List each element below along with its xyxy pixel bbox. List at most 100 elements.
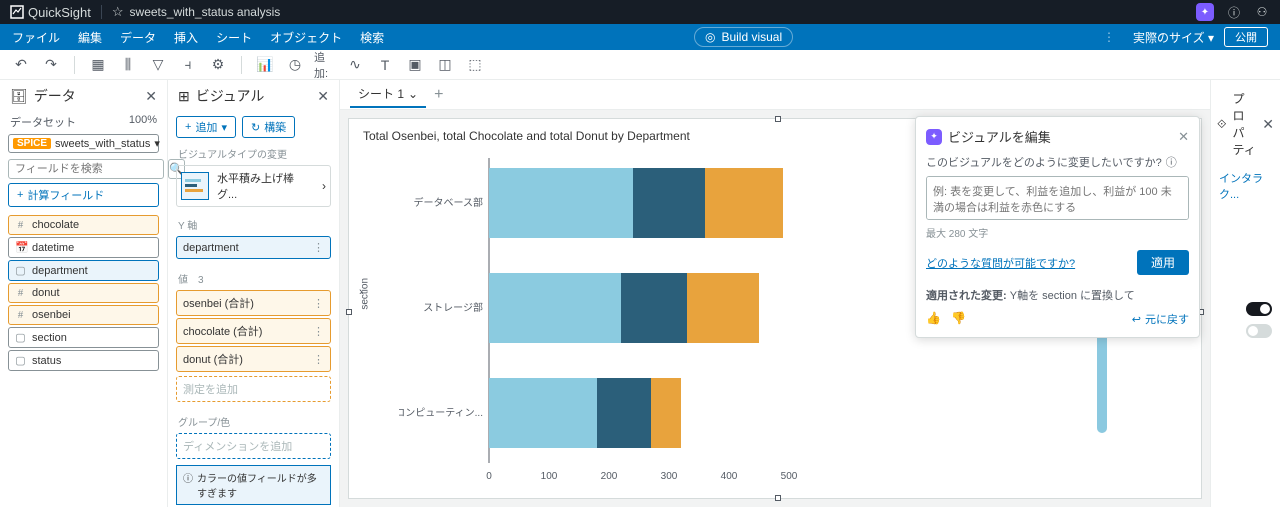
insights-icon[interactable]: 📊 <box>254 54 276 76</box>
chevron-down-icon: ▾ <box>154 137 160 150</box>
menubar: ファイル 編集 データ 挿入 シート オブジェクト 検索 ◎ Build vis… <box>0 24 1280 50</box>
chart-type-selector[interactable]: 水平積み上げ棒グ... › <box>176 165 331 207</box>
field-status[interactable]: ▢status <box>8 350 159 371</box>
data-icon: 🗄 <box>10 88 28 105</box>
line-chart-icon[interactable]: ∿ <box>344 54 366 76</box>
product-name: QuickSight <box>28 5 91 20</box>
add-sheet-button[interactable]: + <box>434 86 443 104</box>
redo-button[interactable]: ↷ <box>40 54 62 76</box>
value-well[interactable]: donut (合計)⋮ <box>176 346 331 372</box>
shape-icon[interactable]: ◫ <box>434 54 456 76</box>
data-panel: 🗄 データ ✕ データセット 100% SPICE sweets_with_st… <box>0 80 168 507</box>
axis-expand-icon[interactable]: › <box>359 286 363 298</box>
dataset-pct: 100% <box>129 114 157 130</box>
type-change-label: ビジュアルタイプの変更 <box>178 146 329 161</box>
field-datetime[interactable]: 📅datetime <box>8 237 159 258</box>
more-icon[interactable]: ⋮ <box>313 353 324 366</box>
edit-visual-popup: ✦ ビジュアルを編集 ✕ このビジュアルをどのように変更したいですか? ⓘ 最大… <box>915 116 1200 338</box>
add-visual-button[interactable]: + 追加 ▾ <box>176 116 236 138</box>
field-osenbei[interactable]: #osenbei <box>8 305 159 325</box>
spice-badge: SPICE <box>13 138 51 149</box>
close-icon[interactable]: ✕ <box>317 88 329 105</box>
help-link[interactable]: どのような質問が可能ですか? <box>926 255 1075 271</box>
field-section[interactable]: ▢section <box>8 327 159 348</box>
filter-icon[interactable]: ▽ <box>147 54 169 76</box>
popup-question: このビジュアルをどのように変更したいですか? ⓘ <box>926 154 1189 170</box>
interactions-link[interactable]: インタラク... <box>1219 170 1272 202</box>
text-icon[interactable]: T <box>374 54 396 76</box>
close-popup-icon[interactable]: ✕ <box>1178 129 1189 145</box>
help-icon[interactable]: ⓘ <box>1226 4 1242 20</box>
properties-icon: ⟐ <box>1217 117 1226 132</box>
thumbs-up-icon[interactable]: 👍 <box>926 311 941 327</box>
field-search-input[interactable] <box>8 159 164 179</box>
dataset-selector[interactable]: SPICE sweets_with_status ▾ <box>8 134 159 153</box>
value-placeholder[interactable]: 測定を追加 <box>176 376 331 402</box>
quicksight-icon <box>10 5 24 19</box>
menu-insert[interactable]: 挿入 <box>174 29 198 46</box>
product-logo[interactable]: QuickSight <box>10 5 91 20</box>
prompt-textarea[interactable] <box>926 176 1189 220</box>
build-menu-icon[interactable]: ⋮ <box>1103 30 1115 44</box>
params-icon[interactable]: ⫞ <box>177 54 199 76</box>
add-label[interactable]: 追加: <box>314 54 336 76</box>
publish-button[interactable]: 公開 <box>1224 27 1268 47</box>
chart-plot: データベース部ストレージ部コンピューティン...0100200300400500 <box>399 153 799 483</box>
lightbulb-icon[interactable]: ⚙ <box>207 54 229 76</box>
svg-text:200: 200 <box>601 471 618 482</box>
favorite-icon[interactable]: ☆ <box>112 4 124 20</box>
thumbs-down-icon[interactable]: 👎 <box>951 311 966 327</box>
svg-text:0: 0 <box>486 471 492 482</box>
sheet-tabs: シート 1 ⌄ + <box>340 80 1210 110</box>
undo-button[interactable]: ↶ <box>10 54 32 76</box>
assistant-icon[interactable]: ✦ <box>1196 3 1214 21</box>
char-count: 最大 280 文字 <box>926 225 1189 240</box>
image-icon[interactable]: ▣ <box>404 54 426 76</box>
value-well[interactable]: osenbei (合計)⋮ <box>176 290 331 316</box>
svg-text:ストレージ部: ストレージ部 <box>423 301 483 314</box>
more-icon[interactable]: ⋮ <box>313 297 324 310</box>
menu-object[interactable]: オブジェクト <box>270 29 342 46</box>
revert-button[interactable]: ↩ 元に戻す <box>1132 311 1189 327</box>
toolbar: ↶ ↷ ▦ ⫼ ▽ ⫞ ⚙ 📊 ◷ 追加: ∿ T ▣ ◫ ⬚ <box>0 50 1280 80</box>
calc-field-button[interactable]: + 計算フィールド <box>8 183 159 207</box>
y-axis-well[interactable]: department ⋮ <box>176 236 331 259</box>
field-donut[interactable]: #donut <box>8 283 159 303</box>
group-placeholder[interactable]: ディメンションを追加 <box>176 433 331 459</box>
build-visual-button[interactable]: ◎ Build visual <box>694 27 793 47</box>
field-department[interactable]: ▢department <box>8 260 159 281</box>
grid-icon[interactable]: ▦ <box>87 54 109 76</box>
menu-sheet[interactable]: シート <box>216 29 252 46</box>
visual-panel-title: ビジュアル <box>196 86 265 106</box>
dataset-label: データセット <box>10 114 76 130</box>
more-icon[interactable]: ⋮ <box>313 241 324 254</box>
data-panel-title: データ <box>34 86 76 106</box>
sheet-tab-1[interactable]: シート 1 ⌄ <box>350 81 426 108</box>
close-icon[interactable]: ✕ <box>1262 116 1274 133</box>
chevron-down-icon[interactable]: ⌄ <box>408 87 418 101</box>
clock-icon[interactable]: ◷ <box>284 54 306 76</box>
svg-text:100: 100 <box>541 471 558 482</box>
apply-button[interactable]: 適用 <box>1137 250 1189 275</box>
visual-panel: ⊞ ビジュアル ✕ + 追加 ▾ ↻ 構築 ビジュアルタイプの変更 水平積み上げ… <box>168 80 340 507</box>
menu-data[interactable]: データ <box>120 29 156 46</box>
target-icon: ◎ <box>705 30 715 44</box>
menu-file[interactable]: ファイル <box>12 29 60 46</box>
info-icon: ⓘ <box>1166 154 1177 170</box>
user-icon[interactable]: ⚇ <box>1254 4 1270 20</box>
menu-search[interactable]: 検索 <box>360 29 384 46</box>
object-icon[interactable]: ⬚ <box>464 54 486 76</box>
horizontal-stacked-bar-icon <box>181 172 209 200</box>
menu-edit[interactable]: 編集 <box>78 29 102 46</box>
value-well[interactable]: chocolate (合計)⋮ <box>176 318 331 344</box>
svg-text:400: 400 <box>721 471 738 482</box>
build-button[interactable]: ↻ 構築 <box>242 116 295 138</box>
svg-text:コンピューティン...: コンピューティン... <box>399 407 483 419</box>
field-chocolate[interactable]: #chocolate <box>8 215 159 235</box>
toggle-1[interactable] <box>1246 302 1272 316</box>
more-icon[interactable]: ⋮ <box>313 325 324 338</box>
toggle-2[interactable] <box>1246 324 1272 338</box>
bar-chart-icon[interactable]: ⫼ <box>117 54 139 76</box>
close-icon[interactable]: ✕ <box>145 88 157 105</box>
size-selector[interactable]: 実際のサイズ ▾ <box>1133 29 1214 46</box>
